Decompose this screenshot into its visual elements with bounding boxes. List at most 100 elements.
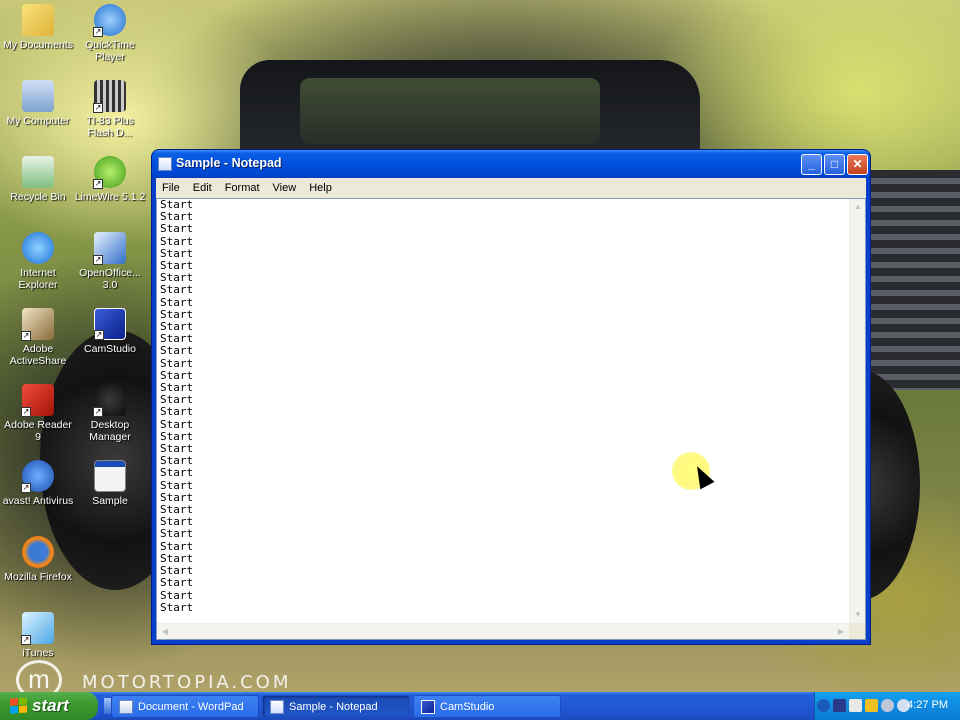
text-line: Start [160,368,194,382]
desktop-icon-ti83[interactable]: ↗ TI-83 Plus Flash D... [72,80,148,139]
camstudio-icon [421,700,435,714]
text-line: Start [160,320,194,334]
text-line: Start [160,490,194,504]
notepad-titlebar[interactable]: Sample - Notepad _ □ ✕ [152,150,870,178]
desktop-icon-label: My Computer [6,115,70,127]
desktop-icon-label: Recycle Bin [10,191,66,203]
text-line: Start [160,210,194,224]
quicktime-icon: ↗ [93,4,126,37]
resize-grip[interactable] [849,623,865,639]
desktop-icon-internet-explorer[interactable]: Internet Explorer [0,232,76,291]
desktop-icon-label: Mozilla Firefox [4,571,72,583]
text-edit-area[interactable]: Start Start Start Start Start Start Start Start… [156,198,866,640]
wallpaper-watermark: MOTORTOPIA.COM [82,672,292,693]
desktop-icon-my-documents[interactable]: My Documents [0,4,76,51]
menu-file[interactable]: File [156,182,187,194]
text-line: Start [160,356,194,370]
desktop-icon-label: Adobe Reader 9 [4,419,72,443]
desktop-icon-quicktime[interactable]: ↗ QuickTime Player [72,4,148,63]
desktop-icon-label: CamStudio [84,343,136,355]
desktop-icon-openoffice[interactable]: ↗ OpenOffice... 3.0 [72,232,148,291]
sample-batch-icon [94,460,126,492]
taskbar-task-camstudio[interactable]: CamStudio [413,695,561,718]
wallpaper-truck-grille [860,170,960,390]
text-line: Start [160,466,194,480]
firefox-icon [22,536,54,568]
desktop-icon-adobe-reader[interactable]: ↗ Adobe Reader 9 [0,384,76,443]
scroll-right-arrow-icon[interactable]: ▶ [833,624,849,640]
menu-help[interactable]: Help [303,182,339,194]
recycle-bin-icon [22,156,54,188]
document-text[interactable]: Start Start Start Start Start Start Start Start… [159,199,847,622]
desktop-manager-icon: ↗ [93,384,126,417]
task-label: Document - WordPad [138,701,244,713]
taskbar: start Document - WordPad Sample - Notepa… [0,692,960,720]
text-line: Start [160,551,194,565]
desktop-icon-adobe-activeshare[interactable]: ↗ Adobe ActiveShare [0,308,76,367]
task-label: CamStudio [440,701,495,713]
text-line: Start [160,381,194,395]
taskbar-task-wordpad[interactable]: Document - WordPad [111,695,259,718]
tray-camstudio-icon[interactable] [833,699,846,712]
text-line: Start [160,405,194,419]
vertical-scrollbar[interactable]: ▲ ▼ [849,199,865,623]
task-label: Sample - Notepad [289,701,378,713]
desktop-icon-itunes[interactable]: ↗ iTunes [0,612,76,659]
internet-explorer-icon [22,232,54,264]
taskbar-task-notepad[interactable]: Sample - Notepad [262,695,410,718]
text-line: Start [160,442,194,456]
text-line: Start [160,307,194,321]
close-button[interactable]: ✕ [847,154,868,175]
scroll-down-arrow-icon[interactable]: ▼ [850,607,866,623]
text-line: Start [160,429,194,443]
text-line: Start [160,564,194,578]
notepad-icon [270,700,284,714]
desktop-icon-label: Adobe ActiveShare [9,343,67,367]
tray-security-icon[interactable] [865,699,878,712]
adobe-reader-icon: ↗ [21,384,54,417]
text-line: Start [160,454,194,468]
menu-edit[interactable]: Edit [187,182,219,194]
desktop-icon-camstudio[interactable]: ↗ CamStudio [72,308,148,355]
notepad-window[interactable]: Sample - Notepad _ □ ✕ File Edit Format … [152,150,870,644]
horizontal-scrollbar[interactable]: ◀ ▶ [157,623,849,639]
camstudio-icon: ↗ [94,308,126,340]
desktop-icon-desktop-manager[interactable]: ↗ Desktop Manager [72,384,148,443]
text-line: Start [160,332,194,346]
clock[interactable]: 4:27 PM [907,699,948,711]
desktop-icon-label: Desktop Manager [89,419,131,443]
scroll-up-arrow-icon[interactable]: ▲ [850,199,866,215]
openoffice-icon: ↗ [93,232,126,265]
text-line: Start [160,259,194,273]
itunes-icon: ↗ [21,612,54,645]
desktop-icon-label: OpenOffice... 3.0 [79,267,141,291]
ti83-icon: ↗ [93,80,126,113]
desktop-icon-my-computer[interactable]: My Computer [0,80,76,127]
text-line: Start [160,417,194,431]
text-line: Start [160,283,194,297]
desktop-icon-limewire[interactable]: ↗ LimeWire 5.1.2 [72,156,148,203]
windows-logo-icon [10,697,28,715]
desktop-icon-label: My Documents [2,39,74,51]
menu-format[interactable]: Format [219,182,267,194]
desktop-icon-recycle-bin[interactable]: Recycle Bin [0,156,76,203]
tray-expand-icon[interactable] [817,699,830,712]
tray-volume-icon[interactable] [881,699,894,712]
text-line: Start [160,588,194,602]
minimize-button[interactable]: _ [801,154,822,175]
avast-icon: ↗ [21,460,54,493]
maximize-button[interactable]: □ [824,154,845,175]
text-line: Start [160,515,194,529]
desktop-icon-sample[interactable]: Sample [72,460,148,507]
menu-view[interactable]: View [267,182,304,194]
desktop-icon-firefox[interactable]: Mozilla Firefox [0,536,76,583]
adobe-activeshare-icon: ↗ [21,308,54,341]
desktop-icon-label: Sample [92,495,128,507]
text-line: Start [160,344,194,358]
start-button[interactable]: start [0,692,98,720]
text-line: Start [160,539,194,553]
scroll-left-arrow-icon[interactable]: ◀ [157,624,173,640]
tray-network-icon[interactable] [849,699,862,712]
desktop-icon-avast[interactable]: ↗ avast! Antivirus [0,460,76,507]
system-tray: 4:27 PM [814,692,960,720]
